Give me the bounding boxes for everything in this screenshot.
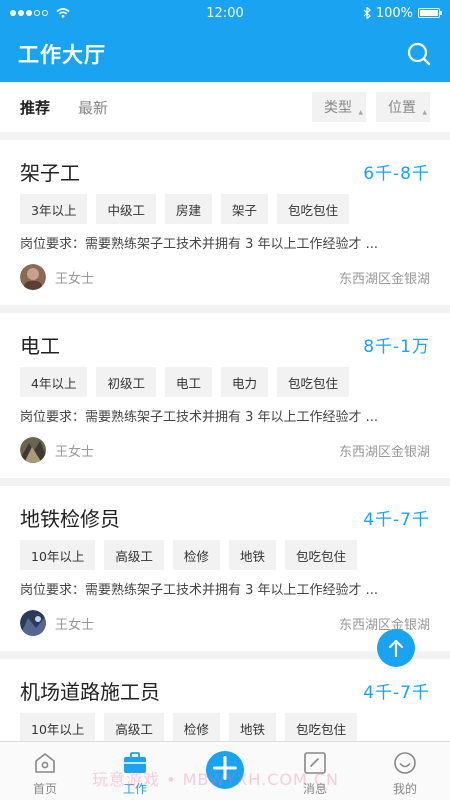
job-salary: 4千-7千	[363, 682, 430, 703]
job-title: 地铁检修员	[20, 506, 120, 531]
type-filter-button[interactable]: 类型 ▲	[312, 92, 366, 122]
job-salary: 8千-1万	[363, 336, 430, 357]
dropdown-icon: ▲	[358, 109, 363, 116]
job-tag: 10年以上	[20, 713, 96, 743]
home-icon	[35, 753, 55, 773]
job-requirement: 岗位要求：需要熟练架子工技术并拥有 3 年以上工作经验才 ...	[20, 410, 379, 425]
message-icon	[304, 752, 326, 774]
battery-percent: 100%	[375, 5, 413, 21]
scroll-to-top-button[interactable]	[377, 629, 415, 667]
tabbar-item-home[interactable]: 首页	[0, 742, 90, 800]
battery-icon	[418, 8, 442, 18]
job-tag: 10年以上	[20, 540, 96, 570]
job-tags: 10年以上 高级工 检修 地铁 包吃包住	[20, 713, 430, 743]
job-tags: 3年以上 中级工 房建 架子 包吃包住	[20, 194, 430, 224]
arrow-up-icon	[388, 639, 404, 658]
job-tag: 高级工	[104, 713, 164, 743]
briefcase-icon	[124, 752, 146, 773]
job-tags: 4年以上 初级工 电工 电力 包吃包住	[20, 367, 430, 397]
job-tag: 4年以上	[20, 367, 88, 397]
job-location: 东西湖区金银湖	[338, 444, 430, 460]
job-tag: 架子	[220, 194, 268, 224]
type-filter-label: 类型	[324, 100, 352, 116]
avatar	[20, 437, 46, 463]
avatar	[20, 264, 46, 290]
job-location: 东西湖区金银湖	[338, 271, 430, 287]
job-list: 架子工 6千-8千 3年以上 中级工 房建 架子 包吃包住 岗位要求：需要熟练架…	[0, 140, 450, 800]
job-card[interactable]: 电工 8千-1万 4年以上 初级工 电工 电力 包吃包住 岗位要求：需要熟练架子…	[0, 313, 450, 478]
job-tag: 高级工	[104, 540, 164, 570]
wifi-icon	[56, 8, 70, 18]
job-tag: 3年以上	[20, 194, 88, 224]
plus-icon	[213, 756, 237, 780]
tabbar-label: 我的	[392, 782, 417, 796]
tabbar-label: 首页	[32, 782, 57, 796]
job-title: 机场道路施工员	[20, 679, 160, 704]
tab-recommended[interactable]: 推荐	[20, 97, 50, 118]
location-filter-button[interactable]: 位置 ▲	[376, 92, 430, 122]
job-title: 电工	[20, 333, 60, 358]
job-tag: 初级工	[96, 367, 156, 397]
job-tag: 包吃包住	[284, 713, 357, 743]
job-tag: 中级工	[96, 194, 156, 224]
tabbar-item-work[interactable]: 工作	[90, 742, 180, 800]
add-button[interactable]	[206, 751, 244, 789]
job-card[interactable]: 架子工 6千-8千 3年以上 中级工 房建 架子 包吃包住 岗位要求：需要熟练架…	[0, 140, 450, 305]
job-tag: 包吃包住	[277, 194, 350, 224]
job-title: 架子工	[20, 160, 80, 185]
job-salary: 4千-7千	[363, 509, 430, 530]
job-tag: 检修	[172, 713, 220, 743]
tabbar-label: 消息	[302, 782, 327, 796]
job-tag: 地铁	[228, 713, 276, 743]
search-icon[interactable]	[406, 41, 432, 67]
job-tag: 房建	[164, 194, 212, 224]
job-tag: 电工	[164, 367, 212, 397]
bottom-tab-bar: 首页 工作 消息 我的	[0, 741, 450, 800]
filter-bar: 推荐 最新 类型 ▲ 位置 ▲	[0, 82, 450, 132]
job-requirement: 岗位要求：需要熟练架子工技术并拥有 3 年以上工作经验才 ...	[20, 237, 379, 252]
poster-name: 王女士	[55, 444, 95, 460]
status-bar: 12:00 100%	[0, 0, 450, 26]
job-card[interactable]: 地铁检修员 4千-7千 10年以上 高级工 检修 地铁 包吃包住 岗位要求：需要…	[0, 486, 450, 651]
job-tag: 地铁	[228, 540, 276, 570]
avatar	[20, 610, 46, 636]
smiley-icon	[394, 752, 416, 774]
job-salary: 6千-8千	[363, 163, 430, 184]
status-time: 12:00	[206, 5, 244, 21]
poster-name: 王女士	[55, 271, 95, 287]
app-header: 工作大厅	[0, 26, 450, 82]
page-title: 工作大厅	[18, 43, 106, 67]
bluetooth-icon	[363, 7, 371, 19]
job-tags: 10年以上 高级工 检修 地铁 包吃包住	[20, 540, 430, 570]
job-tag: 包吃包住	[284, 540, 357, 570]
tabbar-item-publish[interactable]	[180, 742, 270, 800]
dropdown-icon: ▲	[422, 109, 427, 116]
tabbar-item-profile[interactable]: 我的	[360, 742, 450, 800]
job-tag: 电力	[220, 367, 268, 397]
location-filter-label: 位置	[388, 100, 416, 116]
tab-latest[interactable]: 最新	[78, 97, 108, 118]
poster-name: 王女士	[55, 617, 95, 633]
job-location: 东西湖区金银湖	[338, 617, 430, 633]
job-tag: 检修	[172, 540, 220, 570]
job-requirement: 岗位要求：需要熟练架子工技术并拥有 3 年以上工作经验才 ...	[20, 583, 379, 598]
tabbar-item-messages[interactable]: 消息	[270, 742, 360, 800]
job-tag: 包吃包住	[277, 367, 350, 397]
signal-icon	[10, 10, 48, 16]
tabbar-label: 工作	[122, 782, 147, 796]
